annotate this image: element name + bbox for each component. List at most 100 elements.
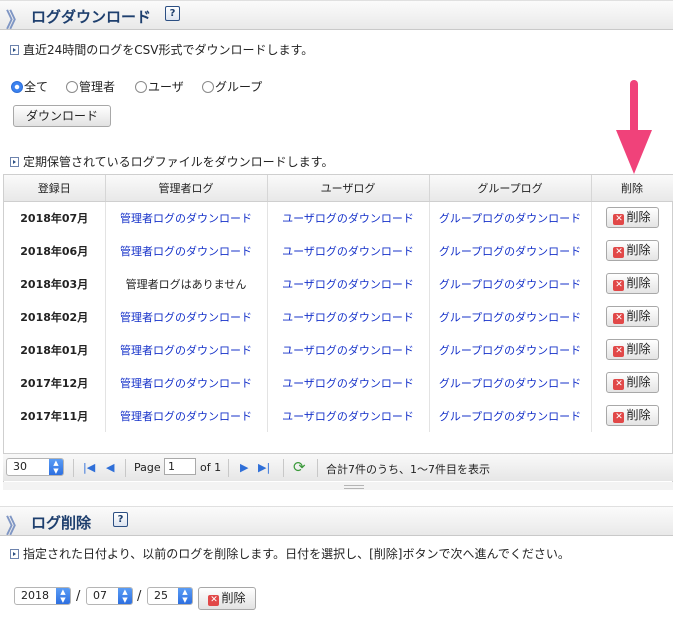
row-delete-button[interactable]: ✕ 削除 (605, 207, 659, 229)
admin-log-unavailable-text: 管理者ログはありません (105, 267, 268, 300)
row-date: 2018年03月 (4, 267, 106, 300)
group-log-download-link[interactable]: グループログのダウンロード (439, 245, 581, 258)
row-delete-button[interactable]: ✕ 削除 (605, 339, 659, 360)
table-row: 2018年07月 管理者ログのダウンロード ユーザログのダウンロード グループロ… (4, 201, 673, 234)
radio-group[interactable]: グループ (202, 78, 262, 95)
last-page-icon[interactable]: ▶| (258, 461, 270, 474)
radio-unchecked-icon[interactable] (66, 81, 78, 93)
radio-admin[interactable]: 管理者 (66, 78, 115, 95)
toolbar-separator (283, 459, 284, 477)
delete-x-icon: ✕ (613, 280, 625, 291)
page-total-label: of 1 (200, 461, 222, 474)
delete-x-icon: ✕ (613, 412, 625, 423)
admin-log-download-link[interactable]: 管理者ログのダウンロード (120, 245, 252, 258)
radio-unchecked-icon[interactable] (202, 81, 214, 93)
table-row: 2018年03月 管理者ログはありません ユーザログのダウンロード グループログ… (4, 267, 673, 300)
row-delete-button[interactable]: ✕ 削除 (605, 240, 659, 261)
group-log-download-link[interactable]: グループログのダウンロード (439, 311, 581, 324)
row-date: 2017年12月 (4, 366, 106, 399)
column-header-user-log[interactable]: ユーザログ (267, 175, 430, 202)
user-log-download-link[interactable]: ユーザログのダウンロード (282, 212, 414, 225)
double-chevron-icon: 》 (6, 514, 26, 538)
group-log-download-link[interactable]: グループログのダウンロード (439, 212, 581, 225)
admin-log-download-link[interactable]: 管理者ログのダウンロード (120, 311, 252, 324)
page-number-input[interactable]: 1 (164, 458, 196, 475)
select-updown-icon: ▲ ▼ (49, 459, 63, 475)
toolbar-separator (317, 459, 318, 477)
log-file-grid: 登録日 管理者ログ ユーザログ グループログ 削除 2018年07月 管理者ログ… (3, 174, 673, 490)
help-icon[interactable]: ? (113, 512, 128, 527)
pagination-toolbar: 30 ▲ ▼ |◀ ◀ Page 1 of 1 ▶ ▶| ⟳ 合計7件のうち、1〜… (3, 453, 673, 481)
bullet-marker-icon (10, 157, 19, 167)
column-header-group-log[interactable]: グループログ (429, 175, 592, 202)
select-updown-icon: ▲ ▼ (118, 588, 132, 604)
grid-resize-handle[interactable] (3, 482, 673, 490)
delete-x-icon: ✕ (613, 346, 625, 357)
toolbar-separator (125, 459, 126, 477)
radio-all[interactable]: 全て (11, 78, 48, 95)
user-log-download-link[interactable]: ユーザログのダウンロード (282, 245, 414, 258)
table-row: 2017年12月 管理者ログのダウンロード ユーザログのダウンロード グループロ… (4, 366, 673, 399)
select-updown-icon: ▲ ▼ (56, 588, 70, 604)
admin-log-download-link[interactable]: 管理者ログのダウンロード (120, 410, 252, 423)
toolbar-separator (73, 459, 74, 477)
table-row: 2018年01月 管理者ログのダウンロード ユーザログのダウンロード グループロ… (4, 333, 673, 366)
delete-section-header: 》 ログ削除 ? (0, 506, 673, 538)
day-select[interactable]: 25 ▲ ▼ (147, 587, 193, 605)
admin-log-download-link[interactable]: 管理者ログのダウンロード (120, 377, 252, 390)
user-log-download-link[interactable]: ユーザログのダウンロード (282, 278, 414, 291)
group-log-download-link[interactable]: グループログのダウンロード (439, 410, 581, 423)
group-log-download-link[interactable]: グループログのダウンロード (439, 278, 581, 291)
row-date: 2018年07月 (4, 201, 106, 234)
delete-section-title: ログ削除 (31, 514, 92, 532)
prev-page-icon[interactable]: ◀ (106, 461, 114, 474)
double-chevron-icon: 》 (6, 8, 26, 32)
delete-x-icon: ✕ (613, 247, 625, 258)
column-header-delete[interactable]: 削除 (591, 175, 673, 202)
user-log-download-link[interactable]: ユーザログのダウンロード (282, 377, 414, 390)
radio-user[interactable]: ユーザ (135, 78, 184, 95)
user-log-download-link[interactable]: ユーザログのダウンロード (282, 410, 414, 423)
page-label: Page (134, 461, 161, 474)
annotation-arrow-icon (616, 80, 652, 174)
column-header-date[interactable]: 登録日 (4, 175, 106, 202)
group-log-download-link[interactable]: グループログのダウンロード (439, 377, 581, 390)
archive-log-description: 定期保管されているログファイルをダウンロードします。 (10, 153, 333, 170)
next-page-icon[interactable]: ▶ (240, 461, 248, 474)
bullet-marker-icon (10, 45, 19, 55)
user-log-download-link[interactable]: ユーザログのダウンロード (282, 311, 414, 324)
delete-logs-button[interactable]: ✕ 削除 (198, 587, 256, 610)
row-delete-button[interactable]: ✕ 削除 (605, 372, 659, 393)
first-page-icon[interactable]: |◀ (83, 461, 95, 474)
page-size-select[interactable]: 30 ▲ ▼ (6, 458, 64, 476)
admin-log-download-link[interactable]: 管理者ログのダウンロード (120, 212, 252, 225)
radio-checked-icon[interactable] (11, 81, 23, 93)
recent-log-description: 直近24時間のログをCSV形式でダウンロードします。 (10, 41, 313, 58)
date-separator: / (76, 589, 81, 604)
toolbar-separator (228, 459, 229, 477)
log-file-table: 登録日 管理者ログ ユーザログ グループログ 削除 2018年07月 管理者ログ… (4, 175, 673, 432)
row-date: 2018年01月 (4, 333, 106, 366)
month-select[interactable]: 07 ▲ ▼ (86, 587, 133, 605)
table-row: 2017年11月 管理者ログのダウンロード ユーザログのダウンロード グループロ… (4, 399, 673, 432)
record-summary: 合計7件のうち、1〜7件目を表示 (326, 463, 490, 476)
row-delete-button[interactable]: ✕ 削除 (605, 306, 659, 327)
row-date: 2017年11月 (4, 399, 106, 432)
user-log-download-link[interactable]: ユーザログのダウンロード (282, 344, 414, 357)
bullet-marker-icon (10, 549, 19, 559)
radio-unchecked-icon[interactable] (135, 81, 147, 93)
group-log-download-link[interactable]: グループログのダウンロード (439, 344, 581, 357)
refresh-icon[interactable]: ⟳ (293, 458, 306, 476)
row-delete-button[interactable]: ✕ 削除 (605, 405, 659, 426)
download-section-header: 》 ログダウンロード ? (0, 0, 673, 32)
delete-description: 指定された日付より、以前のログを削除します。日付を選択し、[削除]ボタンで次へ進… (10, 545, 570, 562)
admin-log-download-link[interactable]: 管理者ログのダウンロード (120, 344, 252, 357)
column-header-admin-log[interactable]: 管理者ログ (105, 175, 268, 202)
select-updown-icon: ▲ ▼ (178, 588, 192, 604)
year-select[interactable]: 2018 ▲ ▼ (14, 587, 71, 605)
delete-x-icon: ✕ (613, 313, 625, 324)
help-icon[interactable]: ? (165, 6, 180, 21)
download-button[interactable]: ダウンロード (13, 105, 111, 127)
delete-x-icon: ✕ (613, 214, 625, 226)
row-delete-button[interactable]: ✕ 削除 (605, 273, 659, 294)
